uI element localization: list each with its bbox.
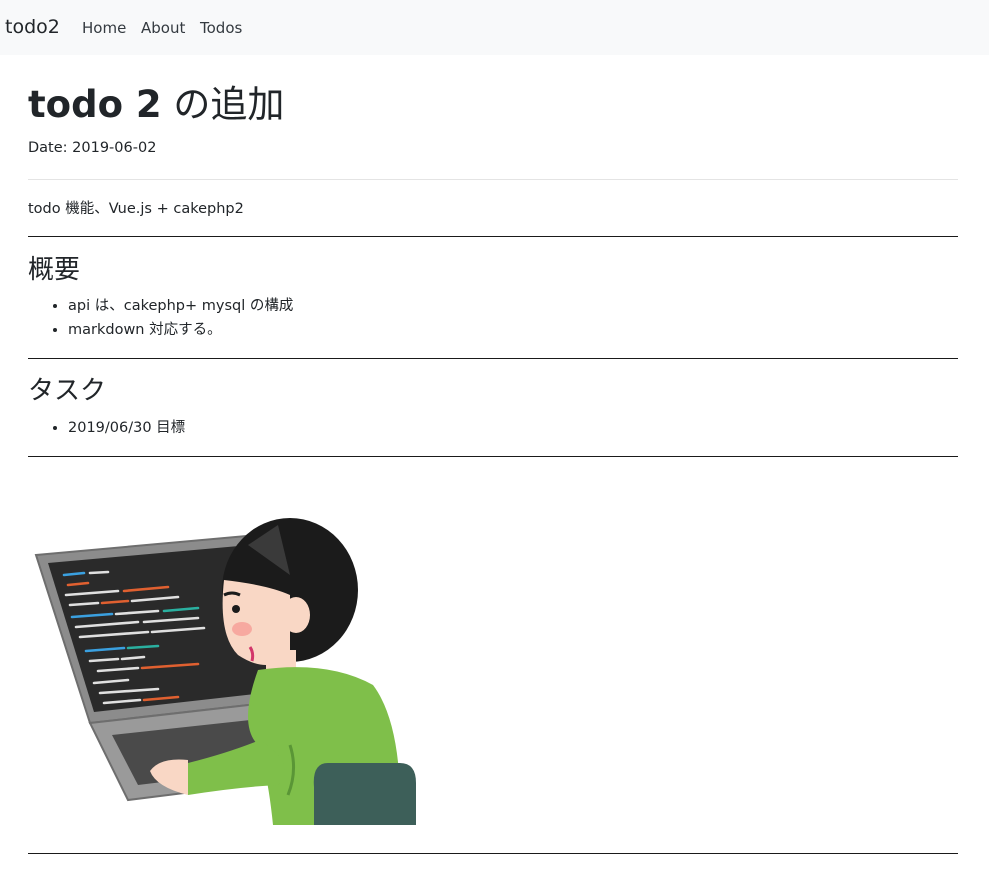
section-heading-overview: 概要 <box>28 255 81 285</box>
nav-link-about[interactable]: About <box>141 18 185 38</box>
list-item: 2019/06/30 目標 <box>68 416 185 440</box>
list-item: markdown 対応する。 <box>68 318 293 342</box>
eye <box>232 605 240 613</box>
programmer-illustration <box>34 518 416 825</box>
tasks-list: 2019/06/30 目標 <box>28 416 185 440</box>
overview-list: api は、cakephp+ mysql の構成 markdown 対応する。 <box>28 294 293 342</box>
post-summary: todo 機能、Vue.js + cakephp2 <box>28 201 244 217</box>
post-date: Date: 2019-06-02 <box>28 140 157 156</box>
cheek <box>232 622 252 636</box>
navbar: todo2 Home About Todos <box>0 0 989 55</box>
divider <box>28 236 958 237</box>
page-title-bold: todo 2 <box>28 83 162 126</box>
divider <box>28 853 958 854</box>
divider <box>28 456 958 457</box>
nav-link-home[interactable]: Home <box>82 18 126 38</box>
divider <box>28 179 958 180</box>
nav-link-todos[interactable]: Todos <box>200 18 242 38</box>
navbar-brand[interactable]: todo2 <box>5 15 60 39</box>
page-title-rest: の追加 <box>161 83 285 126</box>
page-title: todo 2 の追加 <box>28 83 284 127</box>
section-heading-tasks: タスク <box>28 376 107 406</box>
divider <box>28 358 958 359</box>
ear <box>282 597 310 633</box>
chair <box>313 763 416 825</box>
list-item: api は、cakephp+ mysql の構成 <box>68 294 293 318</box>
